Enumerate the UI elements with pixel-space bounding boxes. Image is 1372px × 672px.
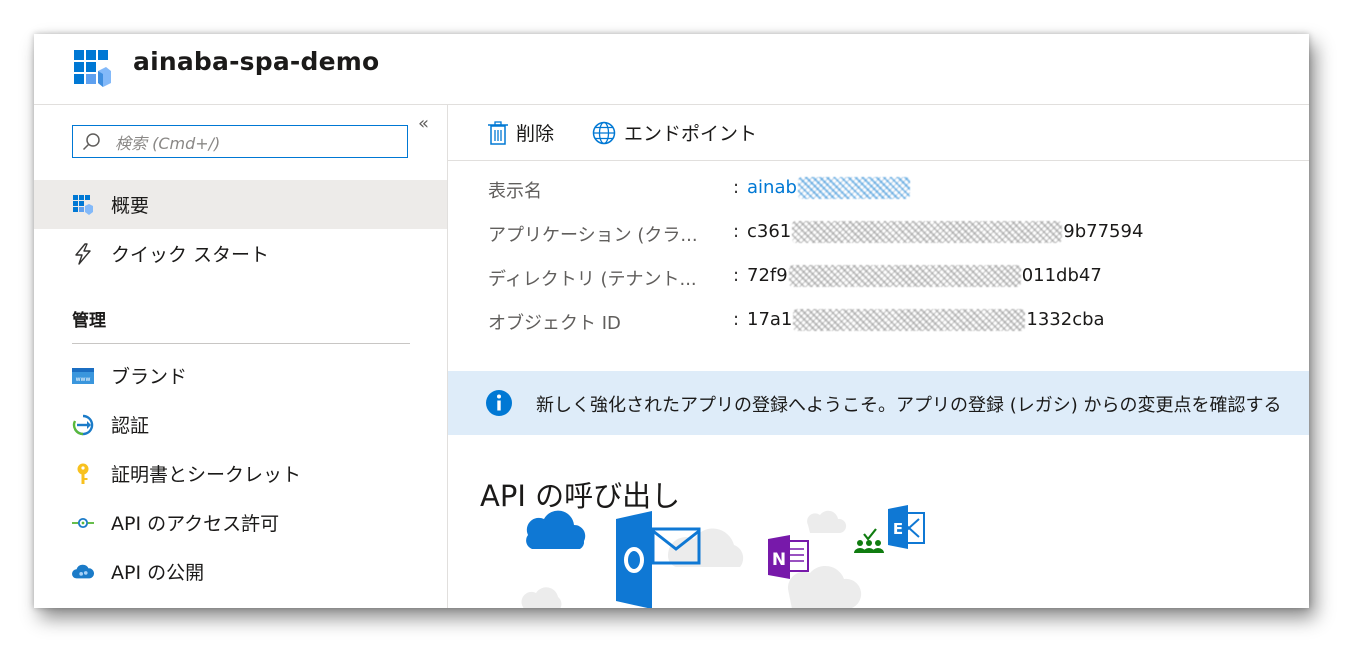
authentication-arrow-icon — [72, 414, 94, 436]
redacted-value — [788, 265, 1021, 287]
trash-icon — [488, 120, 508, 145]
branding-www-icon: www — [72, 365, 94, 387]
section-header-manage: 管理 — [72, 311, 106, 331]
search-box — [72, 125, 408, 158]
property-value: 72f9 011db47 — [747, 265, 1102, 287]
globe-icon — [592, 121, 616, 144]
overview-grid-icon — [72, 194, 94, 216]
sidebar-item-label: 証明書とシークレット — [111, 464, 302, 486]
api-permissions-icon — [72, 512, 94, 534]
sidebar-item-branding[interactable]: www ブランド — [34, 351, 447, 400]
info-banner[interactable]: 新しく強化されたアプリの登録へようこそ。アプリの登録 (レガシ) からの変更点を… — [448, 371, 1309, 435]
property-separator: : — [733, 177, 740, 198]
property-separator: : — [733, 221, 740, 242]
collapse-sidebar-button[interactable]: « — [418, 113, 429, 134]
info-banner-text: 新しく強化されたアプリの登録へようこそ。アプリの登録 (レガシ) からの変更点を… — [536, 395, 1282, 416]
people-check-icon — [854, 528, 884, 553]
info-icon — [486, 390, 512, 416]
cloud-expose-icon — [72, 561, 94, 583]
svg-text:www: www — [76, 376, 91, 383]
onedrive-cloud-icon — [526, 510, 586, 549]
section-divider — [72, 343, 410, 344]
app-registration-grid-icon — [74, 50, 111, 87]
key-icon — [72, 463, 94, 485]
sidebar-item-label: API のアクセス許可 — [111, 513, 280, 535]
portal-window: ainaba-spa-demo « 概要 — [34, 34, 1309, 608]
delete-button-label: 削除 — [516, 123, 555, 145]
sidebar-item-overview[interactable]: 概要 — [34, 180, 447, 229]
sidebar-item-api-permissions[interactable]: API のアクセス許可 — [34, 498, 447, 547]
page-title: ainaba-spa-demo — [133, 47, 380, 76]
search-icon — [82, 133, 100, 151]
lightning-icon — [72, 242, 94, 265]
sidebar-item-label: 認証 — [111, 415, 150, 437]
property-separator: : — [733, 309, 740, 330]
sidebar-menu: « 概要 クイック スタート 管理 — [34, 105, 448, 608]
sidebar-item-certificates[interactable]: 証明書とシークレット — [34, 449, 447, 498]
redacted-value — [797, 177, 910, 199]
sidebar-item-expose-api[interactable]: API の公開 — [34, 547, 447, 596]
blade-header: ainaba-spa-demo — [34, 34, 1309, 105]
svg-text:E: E — [893, 520, 903, 538]
command-bar: 削除 エンドポイント — [448, 105, 1309, 161]
sidebar-item-label: ブランド — [111, 366, 188, 388]
redacted-value — [793, 309, 1026, 331]
service-illustration: N E — [521, 505, 925, 608]
sidebar-item-quickstart[interactable]: クイック スタート — [34, 229, 447, 278]
main-content: 削除 エンドポイント 表示名 : ainab アプリケーション (クラ...:… — [448, 105, 1309, 608]
sidebar-item-label: クイック スタート — [111, 244, 270, 266]
delete-button[interactable]: 削除 — [488, 119, 554, 146]
redacted-value — [792, 221, 1063, 243]
sidebar-item-authentication[interactable]: 認証 — [34, 400, 447, 449]
property-label: オブジェクト ID — [488, 313, 621, 334]
search-input[interactable] — [113, 130, 397, 156]
property-label: ディレクトリ (テナント... — [488, 269, 697, 290]
sidebar-item-label: API の公開 — [111, 562, 205, 584]
exchange-icon: E — [888, 505, 925, 549]
property-label: アプリケーション (クラ... — [488, 225, 698, 246]
property-label: 表示名 — [488, 181, 542, 202]
property-value: 17a1 1332cba — [747, 309, 1105, 331]
endpoints-button[interactable]: エンドポイント — [592, 119, 757, 146]
endpoints-button-label: エンドポイント — [624, 123, 758, 145]
property-separator: : — [733, 265, 740, 286]
svg-text:N: N — [772, 550, 786, 570]
sidebar-item-label: 概要 — [111, 195, 150, 217]
display-name-link[interactable]: ainab — [747, 177, 911, 199]
property-value: c361 9b77594 — [747, 221, 1144, 243]
